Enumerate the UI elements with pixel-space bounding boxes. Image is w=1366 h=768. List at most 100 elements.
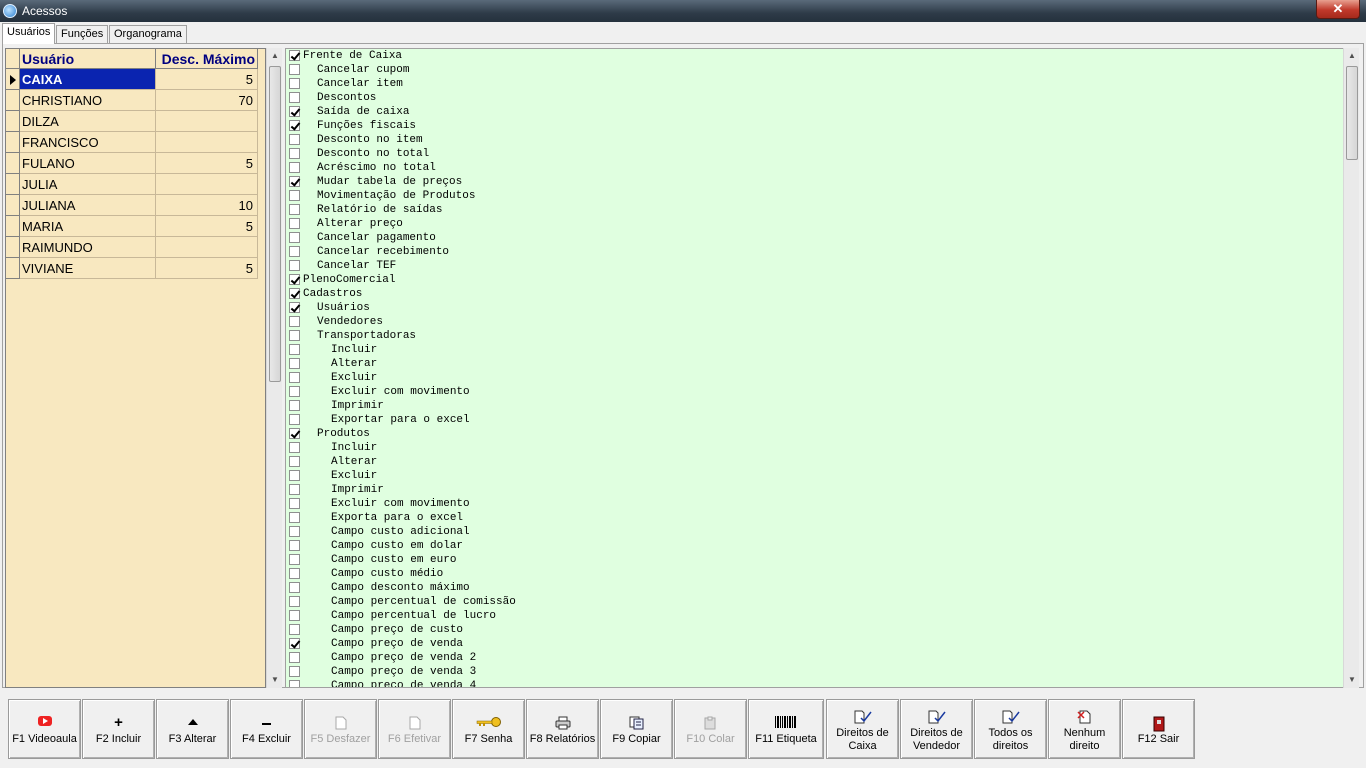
tree-item[interactable]: Acréscimo no total	[286, 161, 1343, 175]
column-header-desc-maximo[interactable]: Desc. Máximo	[156, 49, 258, 69]
tree-item[interactable]: Incluir	[286, 343, 1343, 357]
tree-item[interactable]: Alterar preço	[286, 217, 1343, 231]
tree-item[interactable]: Campo preço de venda 4	[286, 679, 1343, 687]
checkbox[interactable]	[289, 372, 300, 383]
checkbox[interactable]	[289, 64, 300, 75]
cell-desc-maximo[interactable]: 5	[156, 216, 258, 237]
checkbox[interactable]	[289, 624, 300, 635]
tree-item[interactable]: Relatório de saídas	[286, 203, 1343, 217]
cell-desc-maximo[interactable]	[156, 174, 258, 195]
tree-item[interactable]: Cancelar cupom	[286, 63, 1343, 77]
cell-desc-maximo[interactable]	[156, 111, 258, 132]
tree-item[interactable]: Alterar	[286, 357, 1343, 371]
checkbox[interactable]	[289, 582, 300, 593]
tab-organograma[interactable]: Organograma	[109, 25, 187, 43]
checkbox[interactable]	[289, 260, 300, 271]
cell-usuario[interactable]: JULIANA	[20, 195, 156, 216]
table-row[interactable]: DILZA	[6, 111, 258, 132]
f7-senha-button[interactable]: F7 Senha	[452, 699, 525, 759]
tree-item[interactable]: Campo percentual de lucro	[286, 609, 1343, 623]
checkbox[interactable]	[289, 470, 300, 481]
checkbox[interactable]	[289, 204, 300, 215]
checkbox[interactable]	[289, 680, 300, 687]
tree-item[interactable]: Incluir	[286, 441, 1343, 455]
checkbox[interactable]	[289, 120, 300, 131]
tree-item[interactable]: Cancelar TEF	[286, 259, 1343, 273]
cell-desc-maximo[interactable]	[156, 132, 258, 153]
checkbox[interactable]	[289, 610, 300, 621]
f1-videoaula-button[interactable]: F1 Videoaula	[8, 699, 81, 759]
cell-usuario[interactable]: VIVIANE	[20, 258, 156, 279]
cell-desc-maximo[interactable]: 10	[156, 195, 258, 216]
table-row[interactable]: JULIA	[6, 174, 258, 195]
checkbox[interactable]	[289, 498, 300, 509]
f12-sair-button[interactable]: F12 Sair	[1122, 699, 1195, 759]
scroll-thumb[interactable]	[269, 66, 281, 382]
tree-item[interactable]: Campo preço de venda 2	[286, 651, 1343, 665]
direitos-de-caixa-button[interactable]: Direitos de Caixa	[826, 699, 899, 759]
table-row[interactable]: FULANO 5	[6, 153, 258, 174]
f8-relatorios-button[interactable]: F8 Relatórios	[526, 699, 599, 759]
tree-item[interactable]: Movimentação de Produtos	[286, 189, 1343, 203]
checkbox[interactable]	[289, 456, 300, 467]
tree-item[interactable]: Excluir com movimento	[286, 385, 1343, 399]
checkbox[interactable]	[289, 176, 300, 187]
checkbox[interactable]	[289, 554, 300, 565]
users-grid[interactable]: Usuário Desc. Máximo CAIXA 5 CHRISTIANO 70 D…	[5, 48, 266, 688]
table-row[interactable]: MARIA 5	[6, 216, 258, 237]
cell-usuario[interactable]: FULANO	[20, 153, 156, 174]
tab-funcoes[interactable]: Funções	[56, 25, 109, 43]
checkbox[interactable]	[289, 288, 300, 299]
checkbox[interactable]	[289, 526, 300, 537]
checkbox[interactable]	[289, 190, 300, 201]
tree-item[interactable]: Imprimir	[286, 483, 1343, 497]
tree-scrollbar[interactable]: ▲ ▼	[1343, 48, 1359, 688]
cell-usuario[interactable]: FRANCISCO	[20, 132, 156, 153]
checkbox[interactable]	[289, 302, 300, 313]
tree-item[interactable]: Exportar para o excel	[286, 413, 1343, 427]
grid-scrollbar[interactable]: ▲ ▼	[266, 48, 282, 688]
tree-item[interactable]: Mudar tabela de preços	[286, 175, 1343, 189]
tree-item[interactable]: Funções fiscais	[286, 119, 1343, 133]
f6-efetivar-button[interactable]: F6 Efetivar	[378, 699, 451, 759]
f2-incluir-button[interactable]: + F2 Incluir	[82, 699, 155, 759]
tree-item[interactable]: Frente de Caixa	[286, 49, 1343, 63]
tree-item[interactable]: Descontos	[286, 91, 1343, 105]
checkbox[interactable]	[289, 148, 300, 159]
tree-item[interactable]: Excluir	[286, 469, 1343, 483]
f10-colar-button[interactable]: F10 Colar	[674, 699, 747, 759]
tree-item[interactable]: Excluir	[286, 371, 1343, 385]
scroll-down-arrow-icon[interactable]: ▼	[1344, 672, 1360, 688]
tree-item[interactable]: Campo custo adicional	[286, 525, 1343, 539]
table-row[interactable]: FRANCISCO	[6, 132, 258, 153]
tree-item[interactable]: Cancelar pagamento	[286, 231, 1343, 245]
scroll-down-arrow-icon[interactable]: ▼	[267, 672, 283, 688]
checkbox[interactable]	[289, 484, 300, 495]
checkbox[interactable]	[289, 386, 300, 397]
checkbox[interactable]	[289, 652, 300, 663]
checkbox[interactable]	[289, 568, 300, 579]
f4-excluir-button[interactable]: F4 Excluir	[230, 699, 303, 759]
checkbox[interactable]	[289, 666, 300, 677]
checkbox[interactable]	[289, 596, 300, 607]
table-row[interactable]: CAIXA 5	[6, 69, 258, 90]
checkbox[interactable]	[289, 92, 300, 103]
checkbox[interactable]	[289, 512, 300, 523]
checkbox[interactable]	[289, 162, 300, 173]
table-row[interactable]: VIVIANE 5	[6, 258, 258, 279]
cell-usuario[interactable]: MARIA	[20, 216, 156, 237]
table-row[interactable]: CHRISTIANO 70	[6, 90, 258, 111]
checkbox[interactable]	[289, 638, 300, 649]
cell-usuario[interactable]: JULIA	[20, 174, 156, 195]
cell-desc-maximo[interactable]	[156, 237, 258, 258]
cell-usuario[interactable]: RAIMUNDO	[20, 237, 156, 258]
tab-usuarios[interactable]: Usuários	[2, 23, 56, 44]
scroll-up-arrow-icon[interactable]: ▲	[1344, 48, 1360, 64]
cell-desc-maximo[interactable]: 5	[156, 69, 258, 90]
tree-item[interactable]: Campo custo médio	[286, 567, 1343, 581]
tree-item[interactable]: Imprimir	[286, 399, 1343, 413]
cell-usuario[interactable]: DILZA	[20, 111, 156, 132]
tree-item[interactable]: Transportadoras	[286, 329, 1343, 343]
tree-item[interactable]: Desconto no item	[286, 133, 1343, 147]
tree-item[interactable]: Saída de caixa	[286, 105, 1343, 119]
